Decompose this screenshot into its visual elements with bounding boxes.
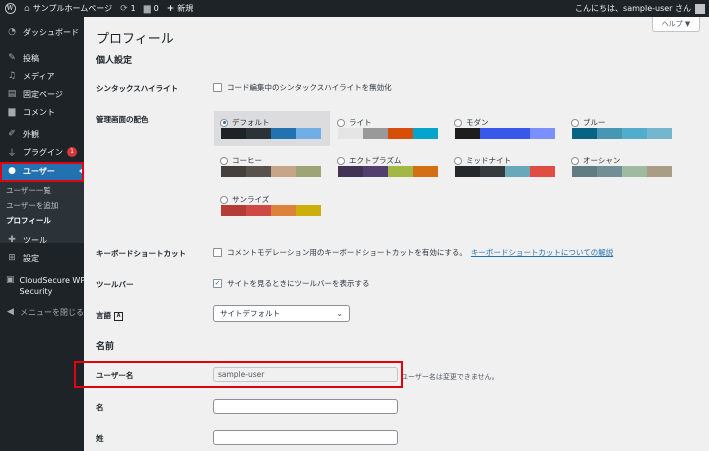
updates-link[interactable]: ⟳ 1 (116, 0, 140, 17)
submenu-user-list[interactable]: ユーザー一覧 (6, 185, 51, 196)
sidebar-item-appearance[interactable]: ✐ 外観 (0, 125, 84, 143)
plus-icon: + (166, 3, 175, 14)
scheme-swatches (455, 166, 555, 177)
my-account-link[interactable]: こんにちは、sample-user さん (571, 0, 709, 17)
plugin-icon: ⏚ (7, 148, 17, 159)
scheme-radio-modern[interactable] (454, 118, 462, 127)
keyboard-shortcuts-option[interactable]: コメントモデレーション用のキーボードショートカットを有効にする。 キーボードショ… (213, 247, 613, 258)
submenu-add-user[interactable]: ユーザーを追加 (6, 200, 58, 211)
help-tab-button[interactable]: ヘルプ ▼ (652, 17, 700, 32)
scheme-radio-default[interactable] (220, 118, 228, 127)
settings-icon: ⊞ (8, 253, 16, 263)
scheme-modern[interactable]: モダン (448, 111, 564, 146)
sidebar-item-pages[interactable]: ▤ 固定ページ (0, 85, 84, 103)
section-name: 名前 (96, 342, 115, 352)
scheme-ocean[interactable]: オーシャン (565, 149, 681, 184)
scheme-radio-midnight[interactable] (454, 156, 462, 165)
shield-icon: ▣ (6, 275, 15, 285)
highlight-box-username (74, 361, 403, 388)
username-description: ユーザー名は変更できません。 (401, 373, 499, 381)
refresh-icon: ⟳ (120, 3, 128, 14)
chevron-down-icon: ⌄ (336, 309, 343, 318)
scheme-sunrise[interactable]: サンライズ (214, 188, 330, 223)
keyboard-shortcuts-help-link[interactable]: キーボードショートカットについての解説 (471, 247, 613, 258)
site-name-link[interactable]: ⌂ サンプルホームページ (20, 0, 116, 17)
last-name-label: 姓 (96, 434, 104, 443)
toolbar-label: ツールバー (96, 280, 134, 289)
scheme-radio-sunrise[interactable] (220, 195, 228, 204)
sidebar-item-dashboard[interactable]: ◔ ダッシュボード (0, 23, 84, 41)
comments-link[interactable]: ▆ 0 (140, 0, 163, 17)
keyboard-shortcuts-checkbox[interactable] (213, 248, 222, 257)
color-scheme-label: 管理画面の配色 (96, 115, 149, 124)
first-name-label: 名 (96, 403, 104, 412)
collapse-icon: ◀ (7, 307, 14, 317)
media-icon: ♫ (7, 71, 17, 81)
scheme-swatches (455, 128, 555, 139)
syntax-highlight-label: シンタックスハイライト (96, 84, 179, 93)
page-icon: ▤ (7, 89, 17, 99)
sidebar-item-settings[interactable]: ⊞ 設定 (0, 249, 84, 267)
syntax-highlight-checkbox[interactable] (213, 83, 222, 92)
scheme-swatches (572, 166, 672, 177)
scheme-swatches (221, 166, 321, 177)
scheme-radio-ocean[interactable] (571, 156, 579, 165)
language-label: 言語 A (96, 310, 123, 321)
sidebar-item-cloudsecure[interactable]: ▣ CloudSecure WP Security (0, 275, 85, 301)
brush-icon: ✐ (8, 129, 16, 139)
admin-bar: W ⌂ サンプルホームページ ⟳ 1 ▆ 0 + 新規 こんにちは、sample-use… (0, 0, 709, 17)
sidebar-item-tools[interactable]: ✚ ツール (0, 231, 84, 249)
comment-icon: ▆ (8, 107, 16, 117)
scheme-swatches (221, 205, 321, 216)
sidebar-item-plugins[interactable]: ⏚ プラグイン 1 (0, 143, 84, 161)
comment-bubble-icon: ▆ (143, 3, 151, 14)
section-personal-options: 個人設定 (96, 56, 133, 66)
scheme-default[interactable]: デフォルト (214, 111, 330, 146)
sidebar-item-comments[interactable]: ▆ コメント (0, 103, 84, 121)
scheme-swatches (338, 166, 438, 177)
scheme-swatches (338, 128, 438, 139)
scheme-midnight[interactable]: ミッドナイト (448, 149, 564, 184)
scheme-swatches (572, 128, 672, 139)
submenu-profile[interactable]: プロフィール (6, 215, 51, 226)
gauge-icon: ◔ (8, 27, 16, 37)
scheme-radio-ectoplasm[interactable] (337, 156, 345, 165)
scheme-radio-light[interactable] (337, 118, 345, 127)
scheme-blue[interactable]: ブルー (565, 111, 681, 146)
scheme-light[interactable]: ライト (331, 111, 447, 146)
admin-sidebar: ◔ ダッシュボード ✎ 投稿 ♫ メディア ▤ 固定ページ ▆ コメント ✐ 外観 ⏚ プラグ… (0, 17, 85, 451)
page-title: プロフィール (96, 32, 174, 47)
wordpress-logo-icon[interactable]: W (0, 0, 20, 17)
keyboard-shortcuts-label: キーボードショートカット (96, 249, 186, 258)
highlight-box-users (0, 162, 84, 182)
toolbar-checkbox[interactable]: ✓ (213, 279, 222, 288)
pin-icon: ✎ (8, 53, 16, 63)
scheme-radio-blue[interactable] (571, 118, 579, 127)
first-name-input[interactable] (213, 399, 398, 414)
scheme-ectoplasm[interactable]: エクトプラズム (331, 149, 447, 184)
scheme-coffee[interactable]: コーヒー (214, 149, 330, 184)
home-icon: ⌂ (24, 3, 30, 14)
avatar (695, 3, 705, 14)
last-name-input[interactable] (213, 430, 398, 445)
scheme-swatches (221, 128, 321, 139)
syntax-highlight-option[interactable]: コード編集中のシンタックスハイライトを無効化 (213, 82, 392, 93)
toolbar-option[interactable]: ✓ サイトを見るときにツールバーを表示する (213, 278, 370, 289)
scheme-radio-coffee[interactable] (220, 156, 228, 165)
translation-icon: A (114, 311, 123, 321)
language-select[interactable]: サイトデフォルト ⌄ (213, 305, 350, 322)
new-content-link[interactable]: + 新規 (163, 0, 198, 17)
collapse-menu-button[interactable]: ◀ メニューを閉じる (0, 303, 84, 321)
plugin-update-badge: 1 (67, 147, 77, 157)
sidebar-item-media[interactable]: ♫ メディア (0, 67, 84, 85)
sidebar-item-posts[interactable]: ✎ 投稿 (0, 49, 84, 67)
wrench-icon: ✚ (8, 235, 16, 245)
